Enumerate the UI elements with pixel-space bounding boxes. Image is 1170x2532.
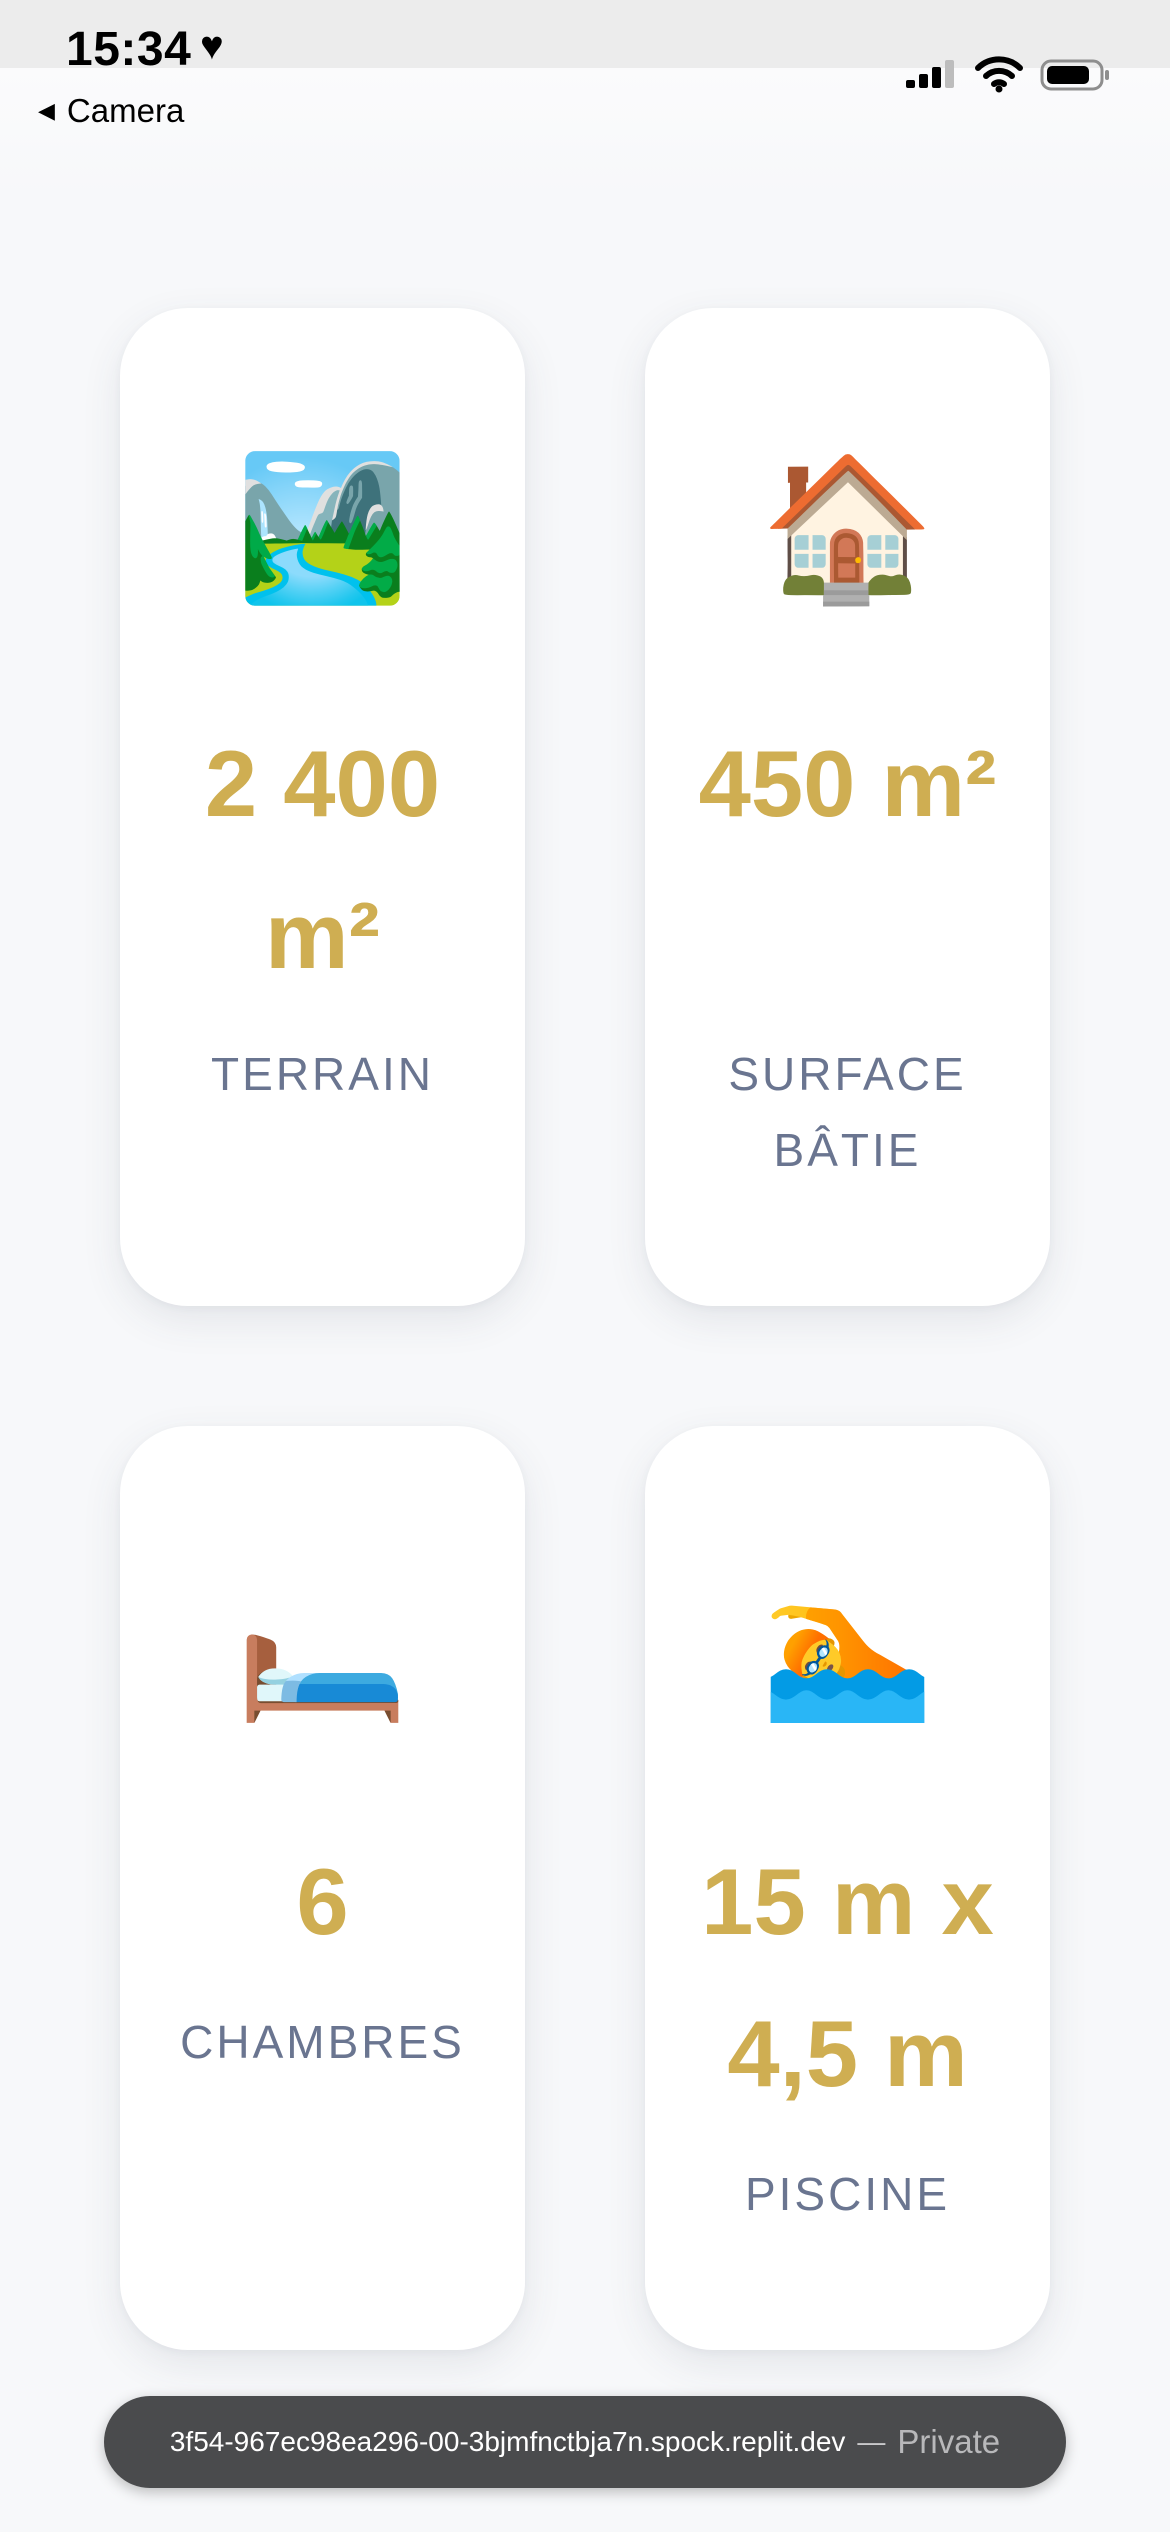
stat-label: CHAMBRES xyxy=(180,2016,465,2068)
stat-label: SURFACE BÂTIE xyxy=(728,1048,967,1176)
stat-value: 450 m² xyxy=(698,731,997,836)
swimmer-icon: 🏊 xyxy=(760,1567,935,1724)
url-separator: — xyxy=(857,2426,886,2457)
status-time: 15:34 xyxy=(66,23,192,76)
back-to-camera-button[interactable]: ◀ Camera xyxy=(38,92,184,130)
stat-value: 6 xyxy=(296,1849,349,1954)
stat-card-surface: 🏠 450 m² SURFACE BÂTIE xyxy=(645,308,1050,1306)
back-label: Camera xyxy=(66,92,185,129)
stat-card-chambres: 🛏️ 6 CHAMBRES xyxy=(120,1426,525,2350)
stat-label: PISCINE xyxy=(744,2168,951,2220)
stat-value: 15 m x 4,5 m xyxy=(701,1849,994,2106)
back-arrow-icon: ◀ xyxy=(38,98,55,123)
stat-card-piscine: 🏊 15 m x 4,5 m PISCINE xyxy=(645,1426,1050,2350)
status-bar: 15:34 ♥ ◀ Camera xyxy=(0,0,1170,198)
bed-icon: 🛏️ xyxy=(235,1567,410,1724)
cellular-signal-icon xyxy=(906,60,954,88)
national-park-icon: 🏞️ xyxy=(235,449,410,606)
browser-url-bar[interactable]: 3f54-967ec98ea296-00-3bjmfnctbja7n.spock… xyxy=(104,2396,1066,2488)
wifi-icon xyxy=(975,56,1023,93)
house-icon: 🏠 xyxy=(760,449,935,606)
battery-icon xyxy=(1040,59,1109,91)
stat-label: TERRAIN xyxy=(211,1048,434,1100)
page: 15:34 ♥ ◀ Camera 🏞️ 2 400 m² TERRAIN 🏠 4… xyxy=(0,0,1170,2532)
private-mode-label: Private xyxy=(897,2423,1001,2460)
stat-card-terrain: 🏞️ 2 400 m² TERRAIN xyxy=(120,308,525,1306)
url-text: 3f54-967ec98ea296-00-3bjmfnctbja7n.spock… xyxy=(169,2426,846,2457)
heart-icon: ♥ xyxy=(200,24,224,68)
stat-value: 2 400 m² xyxy=(204,731,441,988)
